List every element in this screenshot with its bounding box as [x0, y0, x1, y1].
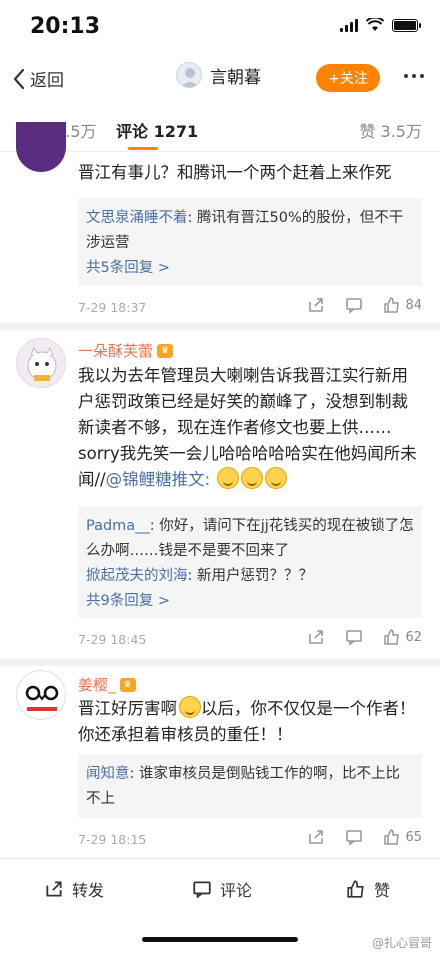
reply-user[interactable]: 掀起茂夫的刘海 — [86, 568, 188, 584]
reply-item: 掀起茂夫的刘海: 新用户惩罚？？？ — [86, 564, 414, 589]
grin-emoji-icon — [179, 696, 201, 718]
comment-user[interactable]: 姜樱_ ♛ — [78, 674, 136, 695]
emoji-icon — [265, 467, 288, 489]
repost-label: 转发 — [72, 881, 105, 900]
reply-box[interactable]: Padma__: 你好，请问下在jj花钱买的现在被锁了怎么办啊……钱是不是要不回… — [78, 506, 422, 618]
reply-item: Padma__: 你好，请问下在jj花钱买的现在被锁了怎么办啊……钱是不是要不回… — [86, 514, 414, 564]
share-icon[interactable] — [307, 296, 325, 314]
more-icon[interactable] — [404, 74, 424, 78]
comment-icon — [193, 881, 211, 899]
back-button[interactable]: 返回 — [12, 66, 64, 91]
comment-icon[interactable] — [345, 828, 363, 846]
avatar[interactable] — [176, 62, 202, 88]
comment-actions: 65 — [287, 828, 422, 846]
like-count: 65 — [405, 829, 422, 845]
tab-bar: 转发 1.5万 评论 1271 赞 3.5万 — [0, 108, 440, 152]
member-badge-icon: ♛ — [157, 343, 174, 358]
comment-item: 姜樱_ ♛ 晋江好厉害啊 以后，你不仅仅是一个作者！你还承担着审核员的重任！！ 闻… — [0, 666, 440, 856]
reply-item: 文思泉涌睡不着: 腾讯有晋江50%的股份，但不干涉运营 — [86, 206, 414, 256]
reply-item: 闻知意: 谁家审核员是倒贴钱工作的啊，比不上比不上 — [86, 762, 414, 812]
comment-icon[interactable] — [345, 628, 363, 646]
battery-icon — [392, 18, 421, 32]
comment-meta: 7-29 18:45 62 — [78, 628, 422, 652]
reply-box[interactable]: 文思泉涌睡不着: 腾讯有晋江50%的股份，但不干涉运营 共5条回复 > — [78, 198, 422, 286]
comment-user[interactable]: 一朵酥芙蕾 ♛ — [78, 340, 174, 361]
comment-item: 晋江有事儿？和腾讯一个两个赶着上来作死 文思泉涌睡不着: 腾讯有晋江50%的股份… — [0, 122, 440, 322]
follow-button[interactable]: +关注 — [316, 64, 380, 92]
divider — [0, 322, 440, 330]
reply-user[interactable]: 文思泉涌睡不着 — [86, 210, 188, 226]
back-label: 返回 — [30, 71, 64, 91]
repost-button[interactable]: 转发 — [44, 877, 104, 901]
share-icon[interactable] — [307, 828, 325, 846]
member-badge-icon: ♛ — [119, 677, 136, 692]
more-replies-link[interactable]: 共9条回复 > — [86, 589, 414, 614]
emoji-icon — [217, 467, 240, 489]
username[interactable]: 姜樱_ — [78, 674, 116, 695]
comment-text: 晋江有事儿？和腾讯一个两个赶着上来作死 — [78, 163, 392, 182]
comment-body: 晋江好厉害啊 — [78, 699, 177, 718]
reply-text: : 谁家审核员是倒贴钱工作的啊，比不上比不上 — [86, 766, 400, 807]
comment-time: 7-29 18:37 — [78, 300, 147, 315]
username[interactable]: 一朵酥芙蕾 — [78, 340, 153, 361]
reply-text: : 新用户惩罚？？？ — [187, 568, 314, 584]
comment-text: 晋江好厉害啊 以后，你不仅仅是一个作者！你还承担着审核员的重任！！ — [78, 696, 418, 748]
active-tab-indicator — [128, 147, 158, 150]
reply-user[interactable]: 闻知意 — [86, 766, 130, 782]
comment-button[interactable]: 评论 — [192, 877, 252, 901]
comment-actions: 84 — [287, 296, 422, 314]
comment-text: 我以为去年管理员大喇喇告诉我晋江实行新用户惩罚政策已经是好笑的巅峰了，没想到制裁… — [78, 363, 418, 493]
like-button[interactable]: 赞 — [346, 877, 390, 901]
like-icon[interactable] — [383, 628, 401, 646]
wifi-icon — [366, 18, 384, 31]
emoji-icon — [241, 467, 264, 489]
share-icon — [46, 881, 62, 897]
tab-comments[interactable]: 评论 1271 — [116, 118, 198, 142]
nav-user[interactable]: 言朝暮 — [176, 62, 261, 88]
like-icon[interactable] — [383, 296, 401, 314]
nav-title: 言朝暮 — [210, 67, 261, 88]
comment-icon[interactable] — [345, 296, 363, 314]
status-time: 20:13 — [30, 14, 101, 39]
more-replies-link[interactable]: 共5条回复 > — [86, 256, 414, 281]
chevron-left-icon — [13, 68, 25, 89]
like-icon — [347, 880, 364, 898]
reply-box[interactable]: 闻知意: 谁家审核员是倒贴钱工作的啊，比不上比不上 — [78, 754, 422, 818]
like-count: 62 — [405, 629, 422, 645]
home-indicator[interactable] — [142, 937, 298, 942]
comment-meta: 7-29 18:37 84 — [78, 296, 422, 320]
like-count: 84 — [405, 297, 422, 313]
tab-likes[interactable]: 赞 3.5万 — [359, 118, 422, 142]
avatar[interactable] — [16, 122, 66, 172]
status-icons — [340, 18, 421, 32]
reply-user[interactable]: Padma__ — [86, 518, 150, 534]
comment-actions: 62 — [287, 628, 422, 646]
comment-label: 评论 — [220, 881, 253, 900]
avatar[interactable] — [16, 338, 66, 388]
bottom-action-bar: 转发 评论 赞 — [0, 858, 440, 916]
comment-item: 一朵酥芙蕾 ♛ 我以为去年管理员大喇喇告诉我晋江实行新用户惩罚政策已经是好笑的巅… — [0, 330, 440, 648]
nav-bar: 返回 言朝暮 +关注 — [0, 54, 440, 104]
status-bar: 20:13 — [0, 0, 440, 54]
share-icon[interactable] — [307, 628, 325, 646]
comment-time: 7-29 18:45 — [78, 632, 147, 647]
signal-icon — [340, 18, 358, 32]
mention-link[interactable]: @锦鲤糖推文: — [106, 470, 211, 489]
like-icon[interactable] — [383, 828, 401, 846]
divider — [0, 658, 440, 666]
comment-meta: 7-29 18:15 65 — [78, 828, 422, 852]
like-label: 赞 — [374, 881, 391, 900]
watermark: @扎心冒哥 — [371, 936, 432, 950]
comment-time: 7-29 18:15 — [78, 832, 147, 847]
avatar[interactable] — [16, 670, 66, 720]
